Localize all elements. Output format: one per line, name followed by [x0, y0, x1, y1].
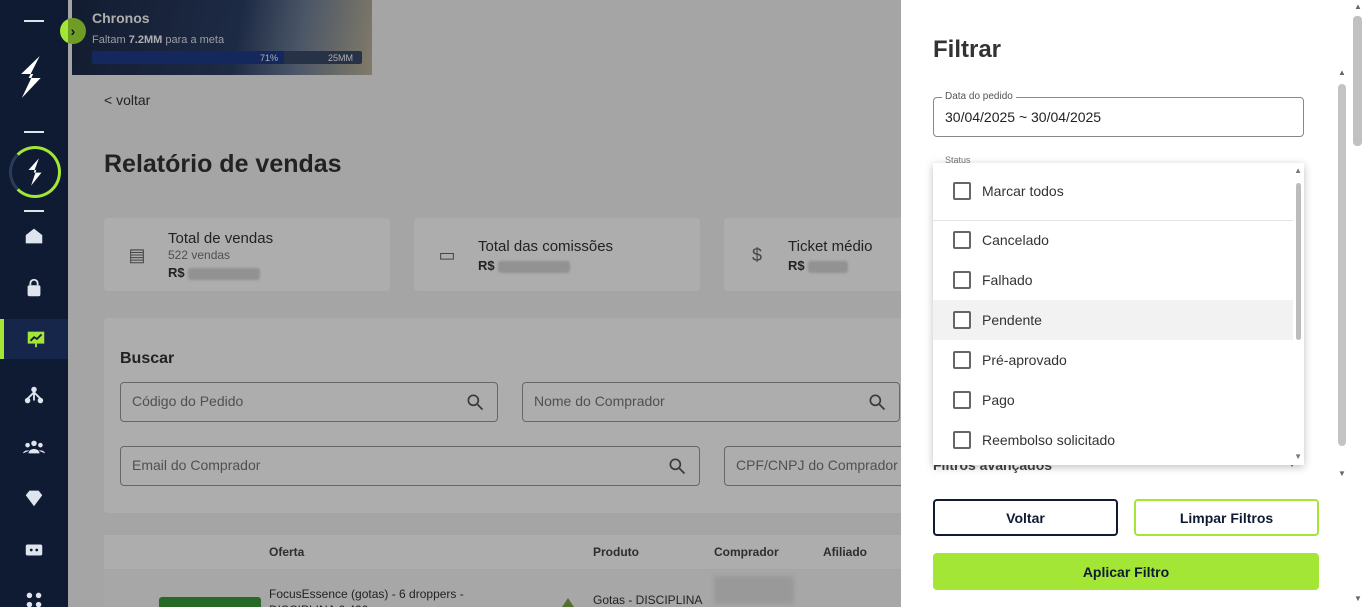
- page-scrollbar[interactable]: [1353, 16, 1362, 146]
- order-date-value: 30/04/2025 ~ 30/04/2025: [945, 109, 1102, 125]
- level-ring-icon[interactable]: [9, 146, 61, 198]
- select-all-checkbox[interactable]: [953, 182, 971, 200]
- sidebar-divider: [24, 131, 44, 133]
- nav-affiliates-icon[interactable]: [0, 375, 68, 415]
- scroll-up-icon[interactable]: ▲: [1338, 68, 1346, 77]
- status-option-pago[interactable]: Pago: [933, 380, 1293, 420]
- scroll-up-icon[interactable]: ▲: [1294, 166, 1302, 175]
- order-date-field[interactable]: Data do pedido 30/04/2025 ~ 30/04/2025: [933, 91, 1304, 137]
- status-checkbox[interactable]: [953, 231, 971, 249]
- scroll-up-icon[interactable]: ▲: [1354, 2, 1362, 11]
- nav-reports-icon[interactable]: [0, 319, 68, 359]
- back-button[interactable]: Voltar: [933, 499, 1118, 536]
- status-option-cancelado[interactable]: Cancelado: [933, 220, 1293, 260]
- brand-logo-icon: [21, 56, 41, 98]
- status-option-falhado[interactable]: Falhado: [933, 260, 1293, 300]
- select-all-label: Marcar todos: [982, 183, 1064, 199]
- scroll-down-icon[interactable]: ▼: [1294, 452, 1302, 461]
- status-option-label: Pago: [982, 392, 1015, 408]
- panel-scrollbar[interactable]: [1338, 84, 1346, 446]
- clear-filters-button[interactable]: Limpar Filtros: [1134, 499, 1319, 536]
- scroll-down-icon[interactable]: ▼: [1354, 594, 1362, 603]
- status-option-pre-aprovado[interactable]: Pré-aprovado: [933, 340, 1293, 380]
- status-option-label: Cancelado: [982, 232, 1049, 248]
- apply-filter-button[interactable]: Aplicar Filtro: [933, 553, 1319, 590]
- status-option-label: Pré-aprovado: [982, 352, 1067, 368]
- sidebar-divider: [24, 20, 44, 22]
- modal-backdrop[interactable]: [68, 0, 901, 607]
- scroll-down-icon[interactable]: ▼: [1338, 469, 1346, 478]
- status-checkbox[interactable]: [953, 351, 971, 369]
- status-option-label: Pendente: [982, 312, 1042, 328]
- nav-ticket-icon[interactable]: [0, 530, 68, 570]
- sidebar-divider: [24, 210, 44, 212]
- select-all-option[interactable]: Marcar todos: [933, 171, 1293, 211]
- nav-users-icon[interactable]: [0, 427, 68, 467]
- status-checkbox[interactable]: [953, 311, 971, 329]
- sidebar: [0, 0, 68, 607]
- nav-bag-icon[interactable]: [0, 268, 68, 308]
- filter-panel: Filtrar Data do pedido 30/04/2025 ~ 30/0…: [901, 0, 1366, 607]
- status-dropdown: Marcar todos Cancelado Falhado Pendente …: [933, 163, 1304, 465]
- filter-title: Filtrar: [933, 36, 1002, 63]
- nav-diamond-icon[interactable]: [0, 478, 68, 518]
- status-checkbox[interactable]: [953, 431, 971, 449]
- dropdown-scrollbar[interactable]: [1296, 183, 1301, 340]
- status-option-reembolso-solicitado[interactable]: Reembolso solicitado: [933, 420, 1293, 460]
- status-option-label: Reembolso solicitado: [982, 432, 1116, 448]
- nav-apps-icon[interactable]: [0, 580, 68, 607]
- status-option-label: Falhado: [982, 272, 1033, 288]
- status-option-pendente[interactable]: Pendente: [933, 300, 1293, 340]
- status-checkbox[interactable]: [953, 271, 971, 289]
- order-date-label: Data do pedido: [942, 91, 1016, 102]
- nav-home-icon[interactable]: [0, 216, 68, 256]
- status-checkbox[interactable]: [953, 391, 971, 409]
